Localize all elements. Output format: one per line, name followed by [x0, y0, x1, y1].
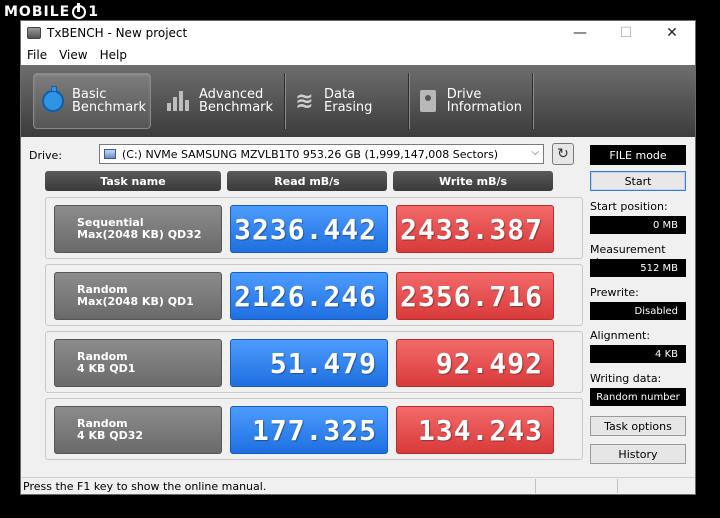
- status-divider: [617, 479, 618, 493]
- result-row-rnd-4k-q1: Random 4 KB QD1 51.479 92.492: [45, 331, 583, 393]
- history-button[interactable]: History: [590, 444, 686, 464]
- tab-advanced-benchmark[interactable]: Advanced Benchmark: [157, 73, 285, 129]
- watermark-suffix: 1: [88, 4, 99, 20]
- drive-row: Drive: (C:) NVMe SAMSUNG MZVLB1T0 953.26…: [21, 143, 695, 167]
- task-button[interactable]: Random Max(2048 KB) QD1: [54, 272, 222, 320]
- menu-file[interactable]: File: [21, 48, 53, 62]
- result-row-seq-q32: Sequential Max(2048 KB) QD32 3236.442 243…: [45, 197, 583, 259]
- write-value: 2356.716: [396, 272, 554, 320]
- drive-select[interactable]: (C:) NVMe SAMSUNG MZVLB1T0 953.26 GB (1,…: [99, 144, 544, 164]
- maximize-button[interactable]: ☐: [603, 21, 649, 45]
- results-panel: Task name Read mB/s Write mB/s Sequentia…: [39, 169, 589, 465]
- tab-erasing-label: Data Erasing: [324, 87, 373, 115]
- stopwatch-icon: [42, 86, 64, 114]
- header-read: Read mB/s: [227, 171, 387, 191]
- task-line2: Max(2048 KB) QD1: [77, 295, 194, 308]
- chevron-down-icon: ⌵: [531, 147, 539, 158]
- write-value: 2433.387: [396, 205, 554, 253]
- write-value: 92.492: [396, 339, 554, 387]
- app-icon: [27, 27, 41, 39]
- measurement-size-label: Measurement size:: [590, 243, 666, 269]
- task-button[interactable]: Random 4 KB QD1: [54, 339, 222, 387]
- result-row-rnd-4k-q32: Random 4 KB QD32 177.325 134.243: [45, 398, 583, 460]
- minimize-button[interactable]: —: [557, 21, 603, 45]
- alignment-label: Alignment:: [590, 329, 651, 342]
- window-title: TxBENCH - New project: [47, 26, 188, 40]
- prewrite-label: Prewrite:: [590, 286, 639, 299]
- menu-bar: File View Help: [21, 45, 695, 65]
- tab-advanced-label: Advanced Benchmark: [199, 88, 273, 114]
- file-mode-indicator[interactable]: FILE mode: [590, 145, 686, 165]
- task-line2: 4 KB QD32: [77, 429, 144, 442]
- window-controls: — ☐ ✕: [557, 21, 695, 45]
- tab-drive-label: Drive Information: [447, 88, 522, 114]
- read-value: 3236.442: [230, 205, 388, 253]
- tab-drive-information[interactable]: Drive Information: [409, 73, 533, 129]
- start-position-label: Start position:: [590, 200, 668, 213]
- read-value: 177.325: [230, 406, 388, 454]
- mobile01-watermark: MOBILE 1: [4, 2, 99, 22]
- txbench-window: TxBENCH - New project — ☐ ✕ File View He…: [20, 20, 696, 495]
- drive-small-icon: [104, 149, 116, 159]
- alignment-value[interactable]: 4 KB: [590, 345, 686, 363]
- start-button[interactable]: Start: [590, 171, 686, 191]
- drive-select-value: (C:) NVMe SAMSUNG MZVLB1T0 953.26 GB (1,…: [122, 147, 499, 161]
- tab-data-erasing[interactable]: ≋ Data Erasing: [285, 73, 409, 129]
- read-value: 2126.246: [230, 272, 388, 320]
- tab-basic-label: Basic Benchmark: [72, 88, 146, 114]
- task-button[interactable]: Random 4 KB QD32: [54, 406, 222, 454]
- task-line2: Max(2048 KB) QD32: [77, 228, 202, 241]
- status-divider: [535, 479, 536, 493]
- drive-label: Drive:: [29, 149, 63, 162]
- refresh-button[interactable]: ↻: [552, 143, 574, 165]
- header-task-name: Task name: [45, 171, 221, 191]
- header-write: Write mB/s: [393, 171, 553, 191]
- task-line2: 4 KB QD1: [77, 362, 136, 375]
- close-button[interactable]: ✕: [649, 21, 695, 45]
- menu-view[interactable]: View: [53, 48, 93, 62]
- status-text: Press the F1 key to show the online manu…: [23, 479, 267, 493]
- eraser-icon: ≋: [295, 88, 314, 114]
- writing-data-value[interactable]: Random number: [590, 388, 686, 406]
- title-bar: TxBENCH - New project — ☐ ✕: [21, 21, 695, 45]
- screenshot-frame: MOBILE 1 TxBENCH - New project — ☐ ✕ Fil…: [0, 0, 720, 518]
- menu-help[interactable]: Help: [94, 48, 133, 62]
- writing-data-label: Writing data:: [590, 372, 662, 385]
- settings-sidebar: Start Start position: 0 MB Measurement s…: [590, 171, 686, 464]
- watermark-text: MOBILE: [4, 4, 71, 20]
- watermark-logo-icon: [72, 3, 87, 19]
- tab-drive-line2: Information: [446, 100, 522, 115]
- tab-basic-line2: Benchmark: [72, 100, 147, 115]
- main-toolbar: Basic Benchmark Advanced Benchmark ≋ Data …: [21, 65, 695, 137]
- task-options-button[interactable]: Task options: [590, 416, 686, 436]
- start-position-value[interactable]: 0 MB: [590, 216, 686, 234]
- tab-advanced-line2: Benchmark: [199, 100, 274, 115]
- write-value: 134.243: [396, 406, 554, 454]
- status-bar: Press the F1 key to show the online manu…: [21, 477, 695, 494]
- read-value: 51.479: [230, 339, 388, 387]
- tab-basic-benchmark[interactable]: Basic Benchmark: [33, 73, 151, 129]
- result-row-rnd-max-q1: Random Max(2048 KB) QD1 2126.246 2356.716: [45, 264, 583, 326]
- prewrite-value[interactable]: Disabled: [590, 302, 686, 320]
- refresh-icon: ↻: [557, 146, 569, 162]
- task-button[interactable]: Sequential Max(2048 KB) QD32: [54, 205, 222, 253]
- bar-chart-icon: [165, 88, 191, 114]
- drive-icon: [417, 88, 439, 114]
